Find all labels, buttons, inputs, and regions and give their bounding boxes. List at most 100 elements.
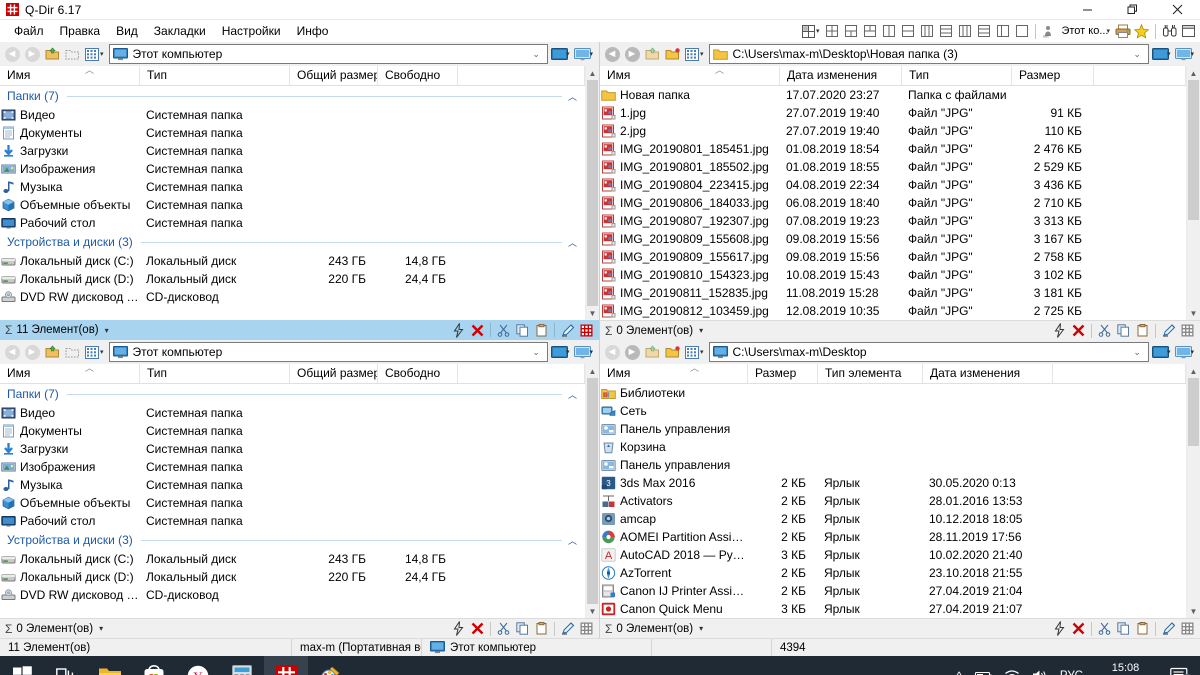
table-row[interactable]: 3 3ds Max 2016 2 КБ Ярлык 30.05.2020 0:13: [600, 474, 1186, 492]
layout-3-right-icon[interactable]: [956, 22, 973, 40]
scroll-track[interactable]: [1187, 80, 1200, 306]
column-header-total-size[interactable]: Общий размер: [290, 66, 378, 85]
table-row[interactable]: Локальный диск (C:) Локальный диск 243 ГБ 1…: [0, 550, 585, 568]
table-row[interactable]: Видео Системная папка: [0, 106, 585, 124]
scroll-down-arrow[interactable]: ▼: [1187, 604, 1200, 618]
tray-expand-chevron-icon[interactable]: ^: [950, 669, 968, 675]
vertical-scrollbar-tl[interactable]: ▲ ▼: [585, 66, 599, 320]
printer-icon[interactable]: [1114, 22, 1131, 40]
back-button-br[interactable]: ◄: [602, 342, 622, 362]
layout-3-bottom-icon[interactable]: [861, 22, 878, 40]
table-row[interactable]: AOMEI Partition Assist... 2 КБ Ярлык 28.11.…: [600, 528, 1186, 546]
table-row[interactable]: IMG_20190801_185502.jpg 01.08.2019 18:55 Ф…: [600, 158, 1186, 176]
column-header-total-size[interactable]: Общий размер: [290, 364, 378, 383]
grid-red-icon[interactable]: [577, 321, 596, 339]
status-caret-br[interactable]: ▾: [699, 624, 703, 633]
column-header-name[interactable]: Имя: [600, 66, 780, 85]
table-row[interactable]: Библиотеки: [600, 384, 1186, 402]
group-collapse-icon[interactable]: ︿: [568, 236, 585, 249]
table-row[interactable]: Новая папка 17.07.2020 23:27 Папка с файла…: [600, 86, 1186, 104]
vertical-scrollbar-tr[interactable]: ▲ ▼: [1186, 66, 1200, 320]
layout-single-icon[interactable]: [1013, 22, 1030, 40]
new-folder-button-bl[interactable]: [62, 342, 82, 362]
volume-icon[interactable]: [1026, 669, 1054, 675]
scroll-down-arrow[interactable]: ▼: [586, 604, 599, 618]
pencil-icon[interactable]: [1159, 322, 1178, 340]
table-row[interactable]: AzTorrent 2 КБ Ярлык 23.10.2018 21:55: [600, 564, 1186, 582]
table-row[interactable]: Музыка Системная папка: [0, 476, 585, 494]
microsoft-store-button[interactable]: [132, 656, 176, 675]
table-row[interactable]: IMG_20190812_103459.jpg 12.08.2019 10:35 Ф…: [600, 302, 1186, 320]
column-header-date[interactable]: Дата изменения: [780, 66, 902, 85]
scissors-icon[interactable]: [494, 620, 513, 638]
copy-icon[interactable]: [513, 321, 532, 339]
view-mode-2-bl[interactable]: ▾: [573, 345, 597, 359]
scissors-icon[interactable]: [494, 321, 513, 339]
table-row[interactable]: Canon IJ Printer Assist... 2 КБ Ярлык 27.04…: [600, 582, 1186, 600]
table-row[interactable]: IMG_20190810_154323.jpg 10.08.2019 15:43 Ф…: [600, 266, 1186, 284]
column-header-size[interactable]: Размер: [1012, 66, 1094, 85]
pencil-icon[interactable]: [1159, 620, 1178, 638]
copy-icon[interactable]: [1114, 620, 1133, 638]
menu-bookmarks[interactable]: Закладки: [146, 22, 214, 40]
column-header-name[interactable]: Имя: [0, 364, 140, 383]
table-row[interactable]: Корзина: [600, 438, 1186, 456]
minimize-button[interactable]: [1065, 0, 1110, 20]
table-row[interactable]: Изображения Системная папка: [0, 160, 585, 178]
column-header-blank[interactable]: [1094, 66, 1186, 85]
table-row[interactable]: Загрузки Системная папка: [0, 142, 585, 160]
back-button-bl[interactable]: ◄: [2, 342, 22, 362]
red-x-icon[interactable]: [1069, 322, 1088, 340]
table-row[interactable]: Загрузки Системная папка: [0, 440, 585, 458]
views-caret-tr[interactable]: ▾: [700, 50, 704, 58]
layout-3-left-icon[interactable]: [918, 22, 935, 40]
address-input-br[interactable]: C:\Users\max-m\Desktop ⌄: [708, 342, 1149, 362]
clipboard-icon[interactable]: [1133, 620, 1152, 638]
table-row[interactable]: Панель управления: [600, 456, 1186, 474]
scissors-icon[interactable]: [1095, 620, 1114, 638]
view-mode-1-tr[interactable]: ▾: [1151, 47, 1175, 61]
vertical-scrollbar-bl[interactable]: ▲ ▼: [585, 364, 599, 618]
views-button-bl[interactable]: [82, 342, 102, 362]
scroll-down-arrow[interactable]: ▼: [1187, 306, 1200, 320]
notification-center-button[interactable]: 2: [1162, 656, 1196, 675]
column-header-blank[interactable]: [458, 66, 585, 85]
table-row[interactable]: Панель управления: [600, 420, 1186, 438]
column-header-date[interactable]: Дата изменения: [923, 364, 1053, 383]
table-row[interactable]: 1.jpg 27.07.2019 19:40 Файл "JPG" 91 КБ: [600, 104, 1186, 122]
layout-rows-icon[interactable]: [937, 22, 954, 40]
task-view-button[interactable]: [44, 656, 88, 675]
scroll-track[interactable]: [586, 80, 599, 306]
scroll-up-arrow[interactable]: ▲: [1187, 66, 1200, 80]
grid-gray-icon[interactable]: [577, 620, 596, 638]
view-mode-2-br[interactable]: ▾: [1174, 345, 1198, 359]
table-row[interactable]: Локальный диск (D:) Локальный диск 220 ГБ 2…: [0, 568, 585, 586]
paint-button[interactable]: [308, 656, 352, 675]
table-row[interactable]: 2.jpg 27.07.2019 19:40 Файл "JPG" 110 КБ: [600, 122, 1186, 140]
chevron-down-icon[interactable]: ⌄: [1129, 347, 1145, 358]
lightning-icon[interactable]: [449, 620, 468, 638]
column-header-type[interactable]: Тип: [902, 66, 1012, 85]
status-caret-tr[interactable]: ▾: [699, 326, 703, 335]
layout-2-stacked-icon[interactable]: [975, 22, 992, 40]
views-button-tr[interactable]: [682, 44, 702, 64]
layout-1-left-icon[interactable]: [994, 22, 1011, 40]
clipboard-icon[interactable]: [532, 620, 551, 638]
status-caret-bl[interactable]: ▾: [99, 624, 103, 633]
scissors-icon[interactable]: [1095, 322, 1114, 340]
views-button-tl[interactable]: [82, 44, 102, 64]
scroll-down-arrow[interactable]: ▼: [586, 306, 599, 320]
forward-button-tr[interactable]: ►: [622, 44, 642, 64]
table-row[interactable]: Документы Системная папка: [0, 422, 585, 440]
table-row[interactable]: IMG_20190809_155617.jpg 09.08.2019 15:56 Ф…: [600, 248, 1186, 266]
wifi-icon[interactable]: [998, 669, 1026, 675]
maximize-button[interactable]: [1110, 0, 1155, 20]
window-icon[interactable]: [1180, 22, 1197, 40]
view-mode-2-tr[interactable]: ▾: [1174, 47, 1198, 61]
scroll-up-arrow[interactable]: ▲: [1187, 364, 1200, 378]
chevron-down-icon[interactable]: ⌄: [1129, 49, 1145, 60]
network-computer-icon[interactable]: net: [1041, 22, 1058, 40]
red-x-icon[interactable]: [1069, 620, 1088, 638]
table-row[interactable]: Объемные объекты Системная папка: [0, 196, 585, 214]
new-folder-button-br[interactable]: [662, 342, 682, 362]
